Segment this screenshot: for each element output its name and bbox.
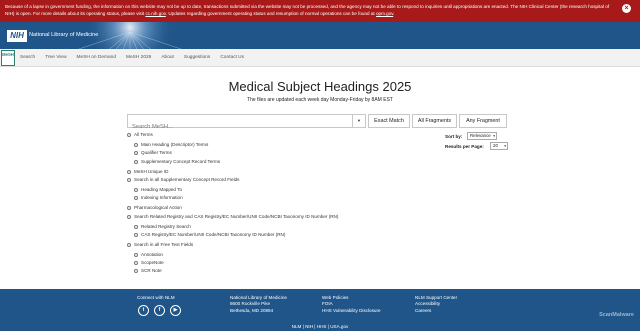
nih-header: NIH National Library of Medicine	[0, 22, 640, 49]
search-option-label: Heading Mapped To	[141, 187, 183, 192]
radio-button[interactable]	[127, 177, 131, 182]
results-per-page-select[interactable]: 20 ▾	[490, 142, 508, 150]
search-option-label: MeSH Unique ID	[134, 169, 169, 174]
youtube-icon[interactable]: ▶	[170, 305, 181, 316]
search-input[interactable]	[128, 121, 350, 133]
caret-down-icon[interactable]: ▼	[352, 115, 365, 127]
search-option-label: Qualifier Terms	[141, 150, 172, 155]
mesh-logo[interactable]: MeSH	[1, 50, 15, 66]
search-option[interactable]: ScopeNote	[134, 260, 164, 266]
sort-by-select[interactable]: Relevance ▾	[467, 132, 497, 140]
results-per-page-label: Results per Page:	[445, 144, 484, 149]
chevron-down-icon: ▾	[493, 134, 495, 138]
search-box: ▼	[127, 114, 366, 133]
search-option-label: Indexing Information	[141, 195, 183, 200]
radio-button[interactable]	[134, 187, 138, 192]
radio-button[interactable]	[134, 150, 138, 155]
search-option[interactable]: All Terms	[127, 132, 153, 138]
nav-mesh-on-demand[interactable]: MeSH on Demand	[72, 49, 121, 67]
opm-link[interactable]: opm.gov	[376, 11, 393, 16]
radio-button[interactable]	[127, 242, 131, 247]
radio-button[interactable]	[134, 195, 138, 200]
search-option-label: Pharmacological Action	[134, 205, 182, 210]
alert-text-end: .	[393, 10, 395, 16]
close-icon[interactable]: ×	[622, 4, 631, 13]
search-option-label: CAS Registry/EC Number/UNII Code/NCBI Ta…	[141, 232, 286, 237]
radio-button[interactable]	[134, 260, 138, 265]
page-subtitle: The files are updated each week day Mond…	[247, 97, 393, 103]
connect-label: Connect with NLM	[137, 295, 175, 300]
search-option[interactable]: CAS Registry/EC Number/UNII Code/NCBI Ta…	[134, 232, 285, 238]
footer-support: NLM Support Center Accessibility Careers	[415, 295, 457, 314]
search-option[interactable]: SCR Note	[134, 268, 162, 274]
careers-link[interactable]: Careers	[415, 308, 457, 314]
footer-address: National Library of Medicine 8600 Rockvi…	[230, 295, 287, 314]
search-option[interactable]: Qualifier Terms	[134, 150, 172, 156]
radio-button[interactable]	[127, 214, 131, 219]
facebook-icon[interactable]: f	[154, 305, 165, 316]
hhs-vulnerability-link[interactable]: HHS Vulnerability Disclosure	[322, 308, 381, 314]
search-option-label: Search in all Free Text Fields	[134, 242, 194, 247]
page-title: Medical Subject Headings 2025	[228, 79, 412, 94]
nav-mesh-2026[interactable]: MeSH 2026	[121, 49, 156, 67]
nlm-name[interactable]: National Library of Medicine	[29, 32, 98, 38]
nav-tree-view[interactable]: Tree View	[40, 49, 71, 67]
search-option[interactable]: Search in all Free Text Fields	[127, 242, 193, 248]
search-option-label: Search in all Supplementary Concept Reco…	[134, 177, 240, 182]
nav-about[interactable]: About	[156, 49, 179, 67]
search-option[interactable]: Pharmacological Action	[127, 205, 182, 211]
sort-by-label: Sort by:	[445, 134, 463, 139]
search-option[interactable]: Annotation	[134, 252, 163, 258]
sort-by-value: Relevance	[470, 133, 491, 138]
nav-menu: Search Tree View MeSH on Demand MeSH 202…	[15, 49, 249, 67]
search-option[interactable]: Indexing Information	[134, 195, 183, 201]
twitter-icon[interactable]: t	[138, 305, 149, 316]
watermark: ScanMalware	[599, 312, 634, 318]
radio-button[interactable]	[127, 132, 131, 137]
search-option[interactable]: Supplementary Concept Record Terms	[134, 159, 220, 165]
search-option-label: Supplementary Concept Record Terms	[141, 159, 221, 164]
search-option[interactable]: Search in all Supplementary Concept Reco…	[127, 177, 239, 183]
radio-button[interactable]	[134, 252, 138, 257]
alert-text-middle: . Updates regarding government operating…	[165, 10, 376, 16]
radio-button[interactable]	[134, 232, 138, 237]
radio-button[interactable]	[134, 224, 138, 229]
footer-bottom-links[interactable]: NLM | NIH | HHS | USA.gov	[0, 324, 640, 329]
exact-match-button[interactable]: Exact Match	[368, 114, 410, 128]
radio-button[interactable]	[134, 142, 138, 147]
nav-suggestions[interactable]: Suggestions	[179, 49, 215, 67]
radio-button[interactable]	[127, 169, 131, 174]
search-option-label: Main Heading (Descriptor) Terms	[141, 142, 209, 147]
address-line: Bethesda, MD 20894	[230, 307, 274, 313]
nih-logo[interactable]: NIH	[7, 30, 27, 42]
footer: Connect with NLM t f ▶ National Library …	[0, 289, 640, 331]
radio-button[interactable]	[127, 205, 131, 210]
chevron-down-icon: ▾	[504, 144, 506, 148]
search-option-label: Search Related Registry and CAS Registry…	[134, 214, 339, 219]
search-option-label: Annotation	[141, 252, 163, 257]
any-fragment-button[interactable]: Any Fragment	[459, 114, 507, 128]
search-option-label: Related Registry Search	[141, 224, 191, 229]
all-fragments-button[interactable]: All Fragments	[412, 114, 457, 128]
search-option[interactable]: Heading Mapped To	[134, 187, 182, 193]
mesh-navbar: MeSH Search Tree View MeSH on Demand MeS…	[0, 49, 640, 67]
search-option-label: All Terms	[134, 132, 153, 137]
cc-nih-link[interactable]: cc.nih.gov	[145, 11, 165, 16]
search-option-label: SCR Note	[141, 268, 162, 273]
shutdown-alert-banner: Because of a lapse in government funding…	[0, 0, 640, 22]
footer-policies: Web Policies FOIA HHS Vulnerability Disc…	[322, 295, 381, 314]
results-per-page-value: 20	[493, 143, 498, 148]
radio-button[interactable]	[134, 268, 138, 273]
social-links: t f ▶	[138, 305, 181, 316]
search-option-label: ScopeNote	[141, 260, 164, 265]
search-option[interactable]: Related Registry Search	[134, 224, 191, 230]
radio-button[interactable]	[134, 159, 138, 164]
nav-search[interactable]: Search	[15, 49, 40, 67]
search-option[interactable]: Main Heading (Descriptor) Terms	[134, 142, 208, 148]
search-option[interactable]: Search Related Registry and CAS Registry…	[127, 214, 338, 220]
search-option[interactable]: MeSH Unique ID	[127, 169, 168, 175]
nav-contact-us[interactable]: Contact Us	[215, 49, 249, 67]
